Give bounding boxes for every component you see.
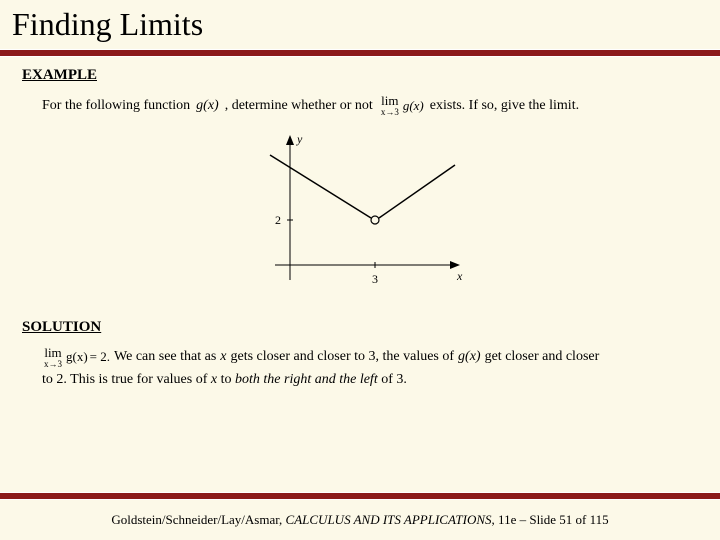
lim-text: lim (381, 94, 398, 107)
page-title: Finding Limits (12, 6, 720, 43)
y-axis-label: y (296, 132, 303, 146)
x-axis-label: x (456, 269, 463, 283)
problem-mid: , determine whether or not (225, 98, 373, 114)
sol-1b: x (220, 346, 226, 368)
x-tick-label: 3 (372, 272, 378, 286)
sol-lim-text: lim (44, 346, 61, 359)
sol-2a: to 2. This is true for values of (42, 372, 211, 387)
sol-2c: to (217, 372, 235, 387)
bottom-divider (0, 492, 720, 500)
lim-func: g(x) (403, 98, 424, 114)
sol-1a: We can see that as (114, 346, 216, 368)
sol-1c: gets closer and closer to 3, the values … (231, 346, 455, 368)
sol-limit-symbol: lim x→3 (44, 346, 62, 369)
limit-symbol: lim x→3 (381, 94, 399, 117)
footer-authors: Goldstein/Schneider/Lay/Asmar, (111, 512, 285, 527)
sol-2e: of 3. (378, 372, 407, 387)
sol-1d: g(x) (458, 346, 481, 368)
footer-book: CALCULUS AND ITS APPLICATIONS (286, 512, 492, 527)
sol-lim-func: g(x) (66, 347, 88, 368)
graph-container: 2 3 y x (22, 125, 698, 305)
limit-expression: lim x→3 g(x) (379, 94, 424, 117)
footer-rest: , 11e – Slide 51 of 115 (492, 512, 609, 527)
problem-func: g(x) (196, 98, 219, 114)
solution-body: lim x→3 g(x) = 2. We can see that as x g… (42, 346, 698, 391)
problem-post: exists. If so, give the limit. (430, 98, 579, 114)
problem-pre: For the following function (42, 98, 190, 114)
sol-lim-eq: = 2. (90, 347, 110, 368)
sol-2d: both the right and the left (235, 372, 378, 387)
solution-line-1: lim x→3 g(x) = 2. We can see that as x g… (42, 346, 698, 369)
sol-lim-sub: x→3 (44, 360, 62, 369)
sol-limit-expression: lim x→3 g(x) = 2. (42, 346, 110, 369)
title-area: Finding Limits (0, 0, 720, 45)
sol-1e: get closer and closer (485, 346, 600, 368)
graph-svg: 2 3 y x (245, 125, 475, 305)
problem-statement: For the following function g(x) , determ… (42, 94, 698, 117)
solution-line-2: to 2. This is true for values of x to bo… (42, 369, 698, 391)
example-heading: EXAMPLE (22, 67, 698, 84)
top-divider (0, 49, 720, 57)
solution-heading: SOLUTION (22, 319, 698, 336)
lim-sub: x→3 (381, 108, 399, 117)
footer: Goldstein/Schneider/Lay/Asmar, CALCULUS … (0, 512, 720, 528)
content-area: EXAMPLE For the following function g(x) … (0, 57, 720, 391)
y-tick-label: 2 (275, 213, 281, 227)
